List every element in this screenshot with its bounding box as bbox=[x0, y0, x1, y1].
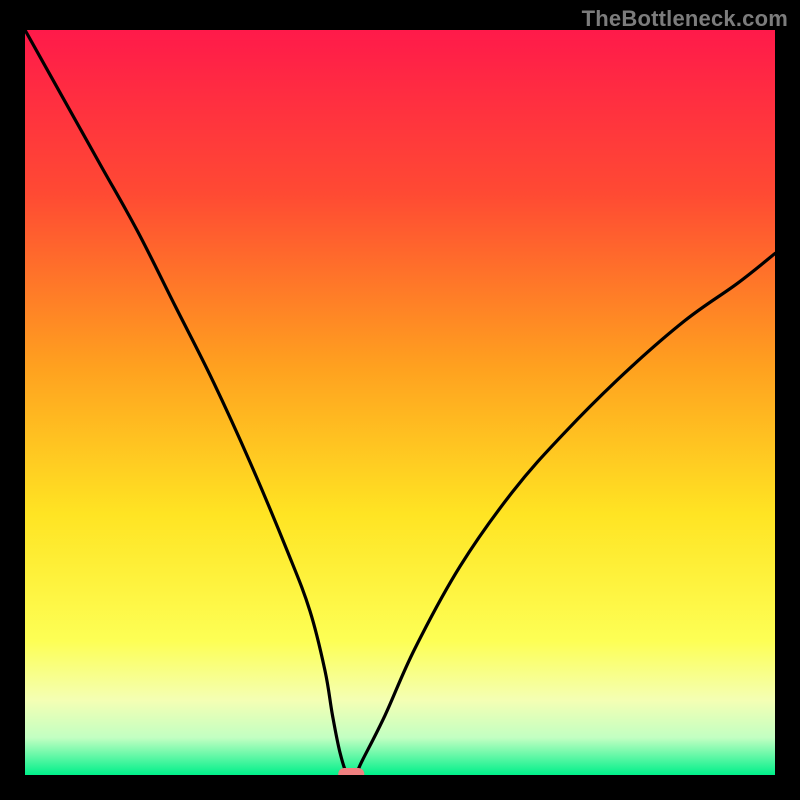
chart-svg bbox=[25, 30, 775, 775]
chart-background bbox=[25, 30, 775, 775]
chart-frame: TheBottleneck.com bbox=[0, 0, 800, 800]
watermark-text: TheBottleneck.com bbox=[582, 6, 788, 32]
chart-plot-area bbox=[25, 30, 775, 775]
optimum-marker bbox=[338, 768, 364, 775]
